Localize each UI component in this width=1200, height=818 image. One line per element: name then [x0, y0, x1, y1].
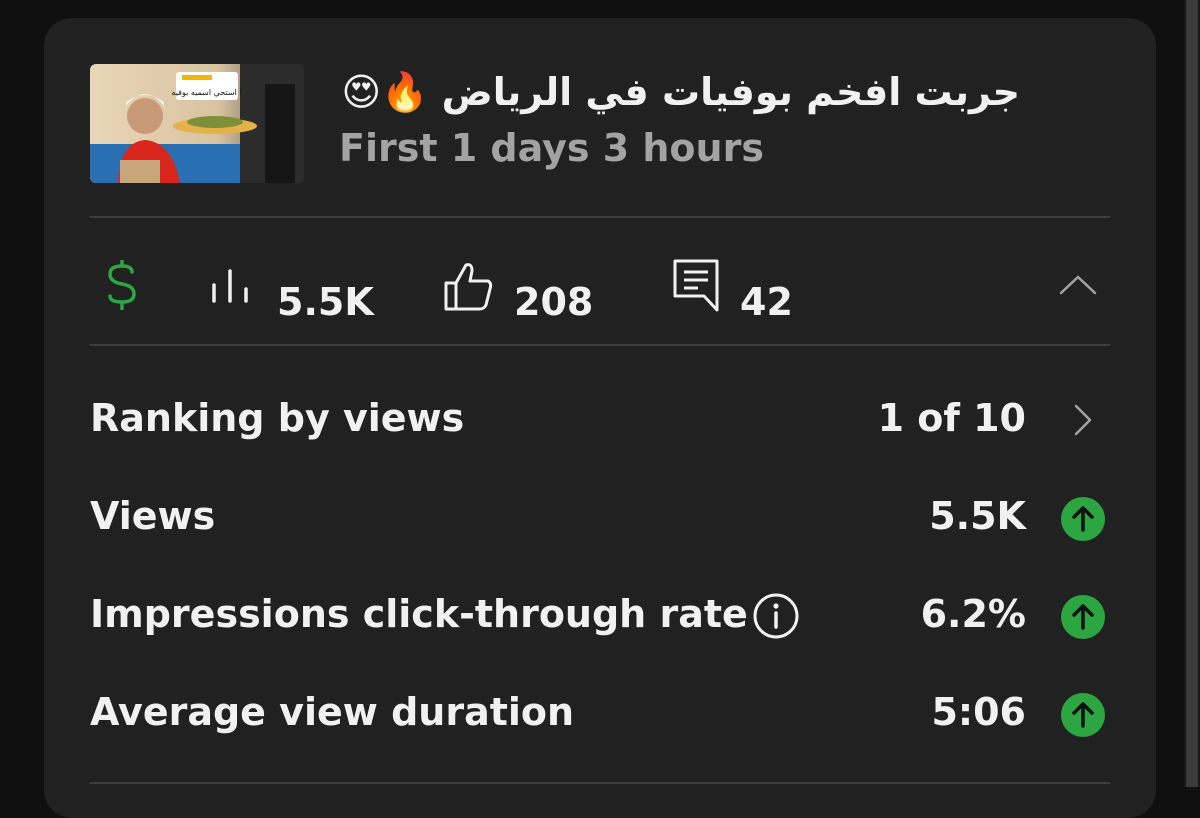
video-analytics-card: استحي اسميه بوفيه ! جربت افخم بوفيات في …: [44, 18, 1156, 818]
metric-label: Ranking by views: [90, 396, 465, 440]
stats-divider: [90, 344, 1110, 346]
thumbnail-image: استحي اسميه بوفيه !: [90, 64, 304, 183]
analytics-period: First 1 days 3 hours: [339, 126, 764, 170]
comment-icon: [673, 259, 719, 312]
metric-label: Impressions click-through rate: [90, 592, 748, 636]
header-divider: [90, 216, 1110, 218]
info-icon[interactable]: [752, 592, 800, 640]
metric-label: Average view duration: [90, 690, 575, 734]
metric-row-avg-duration[interactable]: Average view duration 5:06: [90, 682, 1110, 752]
dollar-icon[interactable]: [104, 260, 140, 310]
views-bar-icon: [212, 269, 248, 303]
metric-row-ranking[interactable]: Ranking by views 1 of 10: [90, 388, 1110, 458]
scrollbar-thumb[interactable]: [1186, 0, 1198, 787]
footer-divider: [90, 782, 1110, 784]
video-thumbnail[interactable]: استحي اسميه بوفيه !: [90, 64, 304, 183]
trend-up-icon: [1061, 693, 1105, 737]
views-count: 5.5K: [277, 280, 374, 324]
thumbnail-caption: استحي اسميه بوفيه !: [171, 88, 242, 97]
metric-row-ctr[interactable]: Impressions click-through rate 6.2%: [90, 584, 1110, 654]
likes-count: 208: [514, 280, 594, 324]
metric-value: 6.2%: [920, 592, 1026, 636]
video-title[interactable]: جربت افخم بوفيات في الرياض 🔥😍: [340, 70, 1020, 115]
comments-count: 42: [740, 280, 793, 324]
metric-row-views[interactable]: Views 5.5K: [90, 486, 1110, 556]
chevron-up-icon[interactable]: [1058, 274, 1098, 296]
metric-value: 5:06: [931, 690, 1026, 734]
like-icon: [444, 263, 493, 311]
chevron-right-icon[interactable]: [1070, 402, 1096, 438]
metric-value: 5.5K: [929, 494, 1026, 538]
metric-value: 1 of 10: [877, 396, 1026, 440]
trend-up-icon: [1061, 595, 1105, 639]
metric-label: Views: [90, 494, 216, 538]
trend-up-icon: [1061, 497, 1105, 541]
